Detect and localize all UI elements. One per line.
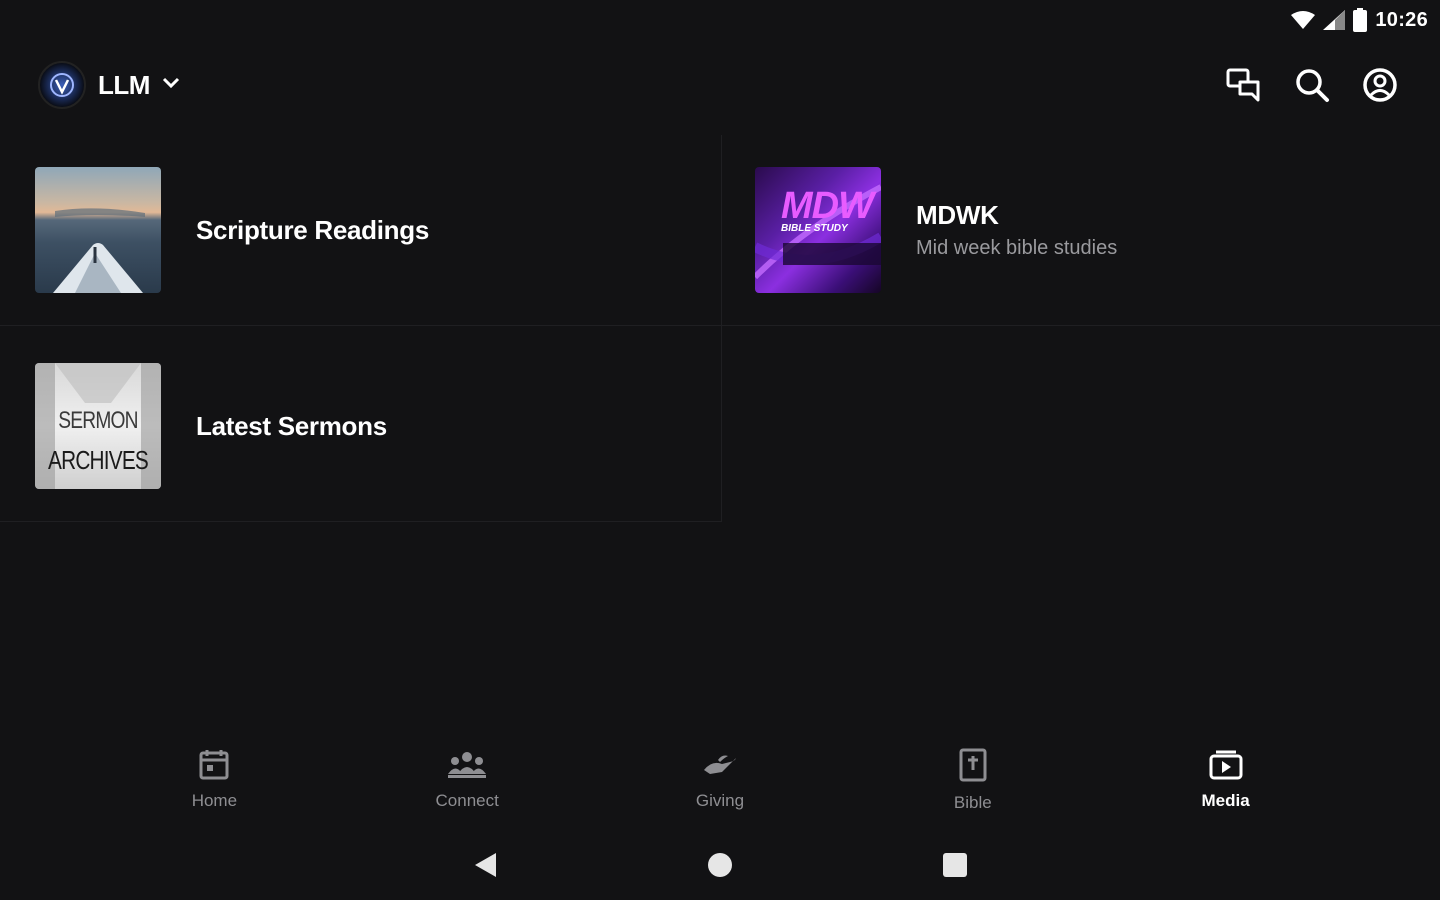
nav-item-media[interactable]: Media — [1161, 748, 1291, 828]
bottom-nav: Home Connect Giving Bible Media — [0, 748, 1440, 828]
chat-icon[interactable] — [1224, 65, 1264, 105]
app-bar: LLM — [38, 55, 1400, 115]
org-switcher[interactable]: LLM — [38, 61, 180, 109]
status-time: 10:26 — [1375, 8, 1428, 31]
nav-item-connect[interactable]: Connect — [402, 748, 532, 828]
wifi-icon — [1291, 10, 1316, 30]
sermon-archives-line-2: ARCHIVES — [48, 445, 149, 475]
nav-label: Giving — [695, 791, 745, 810]
nav-item-home[interactable]: Home — [149, 748, 279, 828]
nav-label: Connect — [435, 791, 499, 810]
mdwk-banner-text: BIBLE STUDY — [781, 223, 848, 234]
media-card-title: Scripture Readings — [196, 214, 429, 245]
row-divider — [0, 521, 721, 522]
row-divider — [0, 325, 1440, 326]
mdwk-logo-text: MDW — [781, 185, 874, 227]
media-card-title: MDWK — [916, 200, 999, 230]
nav-label: Home — [191, 791, 238, 810]
nav-label: Bible — [953, 793, 992, 812]
sermon-archives-line-1: SERMON — [58, 407, 138, 434]
search-icon[interactable] — [1292, 65, 1332, 105]
status-bar: 10:26 — [0, 0, 1440, 40]
recents-icon[interactable] — [940, 850, 970, 880]
media-card-mdwk[interactable]: MDW BIBLE STUDY MDWK Mid week bible stud… — [755, 167, 1117, 293]
media-card-title: Latest Sermons — [196, 410, 387, 441]
system-nav-bar — [0, 845, 1440, 885]
nav-label: Media — [1201, 791, 1250, 810]
back-icon[interactable] — [470, 850, 500, 880]
battery-icon — [1353, 8, 1368, 32]
column-divider — [721, 135, 722, 522]
nav-item-bible[interactable]: Bible — [908, 748, 1038, 828]
media-card-latest-sermons[interactable]: SERMON ARCHIVES Latest Sermons — [35, 363, 387, 489]
scripture-readings-thumbnail — [35, 167, 161, 293]
cell-signal-icon — [1323, 10, 1346, 30]
bible-icon — [958, 748, 988, 787]
nav-item-giving[interactable]: Giving — [655, 748, 785, 828]
org-name: LLM — [98, 69, 150, 100]
calendar-icon — [198, 748, 230, 785]
account-icon[interactable] — [1360, 65, 1400, 105]
media-card-subtitle: Mid week bible studies — [916, 237, 1118, 259]
mdwk-thumbnail: MDW BIBLE STUDY — [755, 167, 881, 293]
org-logo — [38, 61, 86, 109]
media-play-icon — [1208, 748, 1244, 785]
chevron-down-icon — [162, 76, 180, 94]
home-icon[interactable] — [705, 850, 735, 880]
giving-hand-icon — [702, 748, 738, 785]
latest-sermons-thumbnail: SERMON ARCHIVES — [35, 363, 161, 489]
people-icon — [447, 748, 487, 785]
media-card-scripture-readings[interactable]: Scripture Readings — [35, 167, 429, 293]
